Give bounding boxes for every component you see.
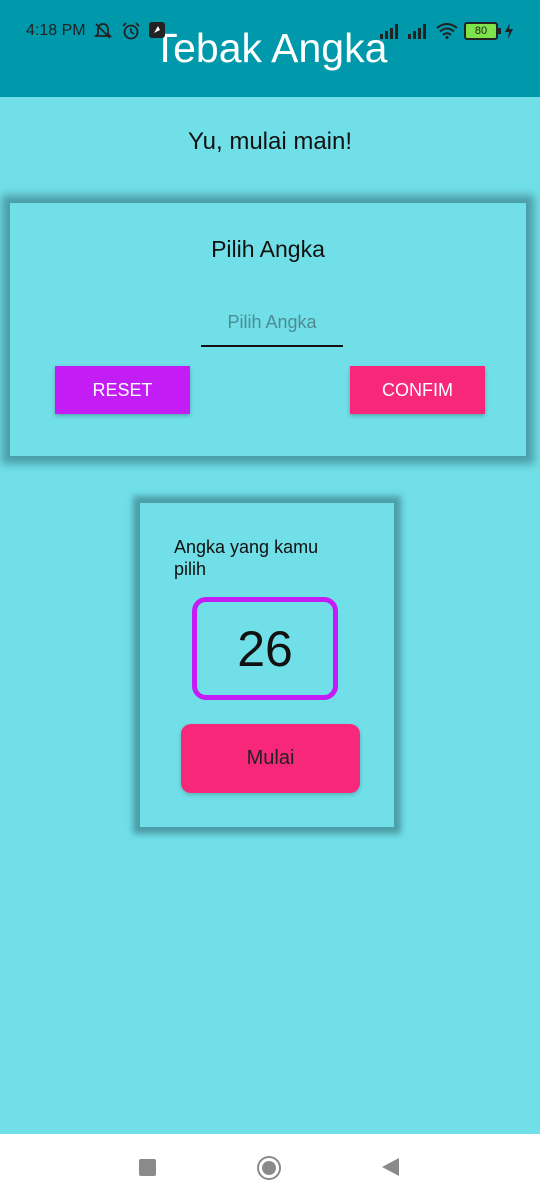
navigation-bar xyxy=(0,1134,540,1200)
input-card-title: Pilih Angka xyxy=(211,236,325,262)
reset-button[interactable]: RESET xyxy=(55,366,190,414)
status-right-icons: 80 xyxy=(380,22,514,40)
signal-icon xyxy=(408,24,426,39)
bell-off-icon xyxy=(93,23,113,39)
result-card: Angka yang kamu pilih 26 Mulai xyxy=(140,503,394,827)
back-icon[interactable] xyxy=(382,1158,399,1176)
recents-icon[interactable] xyxy=(139,1159,156,1176)
home-icon[interactable] xyxy=(257,1156,281,1180)
app-bar: Tebak Angka 4:18 PM 80 xyxy=(0,0,540,97)
signal-icon xyxy=(380,24,398,39)
confirm-button[interactable]: CONFIM xyxy=(350,366,485,414)
status-left-icons xyxy=(93,22,165,40)
chosen-number-label: Angka yang kamu pilih xyxy=(174,537,319,579)
number-input[interactable] xyxy=(201,299,343,347)
input-card: Pilih Angka RESET CONFIM xyxy=(10,203,526,456)
wifi-icon xyxy=(436,23,458,39)
status-time: 4:18 PM xyxy=(26,22,86,39)
chosen-number-box: 26 xyxy=(192,597,338,700)
start-button[interactable]: Mulai xyxy=(181,724,360,793)
alarm-icon xyxy=(122,22,140,40)
greeting-text: Yu, mulai main! xyxy=(187,128,353,155)
app-notification-icon xyxy=(149,22,165,38)
battery-icon: 80 xyxy=(464,22,501,40)
charging-icon xyxy=(505,23,513,39)
chosen-number-value: 26 xyxy=(237,620,293,677)
